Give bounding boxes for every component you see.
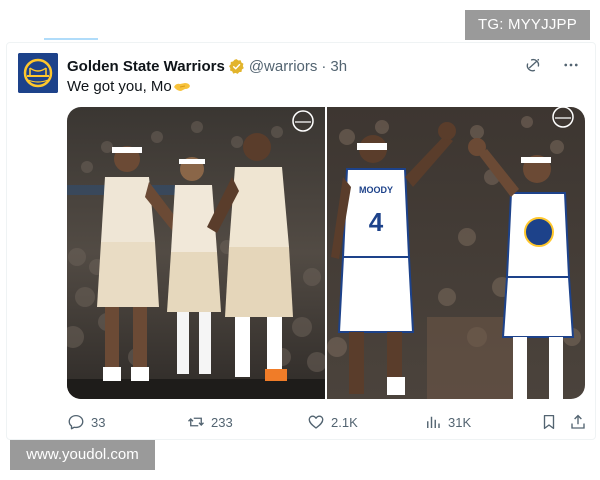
repost-icon — [188, 417, 204, 427]
dot-separator: · — [321, 57, 327, 75]
views-chart-icon — [427, 416, 440, 428]
media-photo-2[interactable]: MOODY 4 — [327, 107, 585, 399]
handshake-emoji-icon — [173, 80, 191, 94]
view-count: 31K — [448, 414, 472, 430]
reply-icon — [68, 414, 84, 430]
tweet-card[interactable]: Golden State Warriors @warriors · 3h We … — [6, 42, 596, 440]
share-icon — [571, 414, 585, 429]
author-avatar[interactable] — [18, 53, 58, 93]
warriors-logo-icon — [18, 53, 58, 93]
photo-three-players-icon — [67, 107, 325, 399]
repost-button[interactable]: 233 — [187, 413, 233, 431]
author-handle[interactable]: @warriors — [249, 58, 318, 75]
bookmark-button[interactable] — [540, 413, 558, 431]
page: Golden State Warriors @warriors · 3h We … — [0, 0, 600, 480]
grok-icon[interactable] — [523, 55, 543, 75]
tweet-header: Golden State Warriors @warriors · 3h — [67, 56, 347, 76]
author-display-name[interactable]: Golden State Warriors — [67, 58, 225, 75]
more-options-icon[interactable] — [561, 55, 581, 75]
reply-count: 33 — [91, 414, 106, 430]
share-button[interactable] — [569, 413, 587, 431]
tweet-text: We got you, Mo — [67, 78, 191, 95]
header-actions — [523, 55, 581, 75]
heart-icon — [308, 415, 324, 429]
verified-badge-icon — [228, 58, 245, 75]
bookmark-icon — [543, 414, 555, 430]
tweet-timestamp[interactable]: 3h — [330, 58, 347, 75]
repost-count: 233 — [211, 414, 233, 430]
media-photo-1[interactable] — [67, 107, 325, 399]
watermark-telegram: TG: MYYJJPP — [465, 10, 590, 40]
photo-high-five-icon: MOODY 4 — [327, 107, 585, 399]
views-button[interactable]: 31K — [424, 413, 471, 431]
tweet-action-bar: 33 233 2.1K 31K — [67, 413, 585, 435]
watermark-website: www.youdol.com — [10, 440, 155, 470]
tab-underline — [44, 38, 98, 40]
reply-button[interactable]: 33 — [67, 413, 105, 431]
tweet-body: We got you, Mo — [67, 78, 172, 95]
jersey-name: MOODY — [359, 185, 393, 195]
like-count: 2.1K — [331, 414, 358, 430]
media-grid: MOODY 4 — [67, 107, 585, 399]
jersey-number: 4 — [369, 207, 384, 237]
like-button[interactable]: 2.1K — [307, 413, 358, 431]
